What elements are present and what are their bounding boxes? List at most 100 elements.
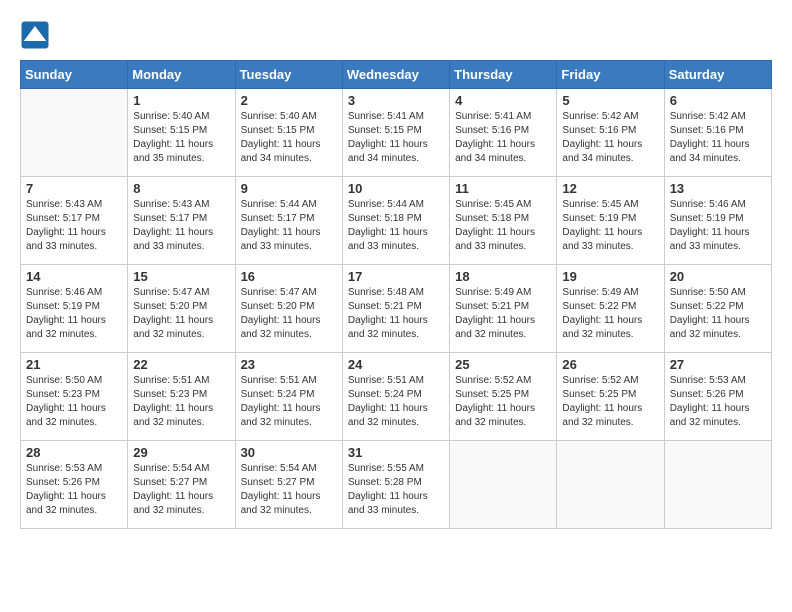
day-cell: 17 Sunrise: 5:48 AM Sunset: 5:21 PM Dayli… <box>342 265 449 353</box>
day-number: 15 <box>133 269 229 284</box>
day-cell: 18 Sunrise: 5:49 AM Sunset: 5:21 PM Dayli… <box>450 265 557 353</box>
day-number: 18 <box>455 269 551 284</box>
header <box>20 20 772 50</box>
day-number: 14 <box>26 269 122 284</box>
day-info: Sunrise: 5:43 AM Sunset: 5:17 PM Dayligh… <box>133 198 229 254</box>
day-cell: 7Sunrise: 5:43 AM Sunset: 5:17 PM Daylig… <box>21 177 128 265</box>
day-number: 19 <box>562 269 658 284</box>
logo-icon <box>20 20 50 50</box>
day-cell: 6Sunrise: 5:42 AM Sunset: 5:16 PM Daylig… <box>664 89 771 177</box>
day-cell: 10 Sunrise: 5:44 AM Sunset: 5:18 PM Dayli… <box>342 177 449 265</box>
day-info: Sunrise: 5:44 AM Sunset: 5:17 PM Dayligh… <box>241 198 337 254</box>
weekday-header-monday: Monday <box>128 61 235 89</box>
day-number: 9 <box>241 181 337 196</box>
logo <box>20 20 55 50</box>
day-info: Sunrise: 5:47 AM Sunset: 5:20 PM Dayligh… <box>133 286 229 342</box>
day-cell: 25 Sunrise: 5:52 AM Sunset: 5:25 PM Dayli… <box>450 353 557 441</box>
day-info: Sunrise: 5:54 AM Sunset: 5:27 PM Dayligh… <box>133 462 229 518</box>
day-cell: 12 Sunrise: 5:45 AM Sunset: 5:19 PM Dayli… <box>557 177 664 265</box>
day-info: Sunrise: 5:55 AM Sunset: 5:28 PM Dayligh… <box>348 462 444 518</box>
day-info: Sunrise: 5:48 AM Sunset: 5:21 PM Dayligh… <box>348 286 444 342</box>
calendar-table: SundayMondayTuesdayWednesdayThursdayFrid… <box>20 60 772 529</box>
day-number: 22 <box>133 357 229 372</box>
week-row-4: 21 Sunrise: 5:50 AM Sunset: 5:23 PM Dayli… <box>21 353 772 441</box>
day-info: Sunrise: 5:49 AM Sunset: 5:22 PM Dayligh… <box>562 286 658 342</box>
day-number: 31 <box>348 445 444 460</box>
weekday-header-thursday: Thursday <box>450 61 557 89</box>
day-number: 4 <box>455 93 551 108</box>
day-info: Sunrise: 5:50 AM Sunset: 5:23 PM Dayligh… <box>26 374 122 430</box>
day-info: Sunrise: 5:51 AM Sunset: 5:23 PM Dayligh… <box>133 374 229 430</box>
day-cell <box>664 441 771 529</box>
day-number: 30 <box>241 445 337 460</box>
day-number: 3 <box>348 93 444 108</box>
day-info: Sunrise: 5:50 AM Sunset: 5:22 PM Dayligh… <box>670 286 766 342</box>
weekday-header-friday: Friday <box>557 61 664 89</box>
day-number: 29 <box>133 445 229 460</box>
page-container: SundayMondayTuesdayWednesdayThursdayFrid… <box>20 20 772 529</box>
day-info: Sunrise: 5:52 AM Sunset: 5:25 PM Dayligh… <box>455 374 551 430</box>
day-number: 8 <box>133 181 229 196</box>
day-number: 10 <box>348 181 444 196</box>
day-number: 2 <box>241 93 337 108</box>
day-cell: 14 Sunrise: 5:46 AM Sunset: 5:19 PM Dayli… <box>21 265 128 353</box>
day-number: 28 <box>26 445 122 460</box>
day-number: 5 <box>562 93 658 108</box>
day-info: Sunrise: 5:52 AM Sunset: 5:25 PM Dayligh… <box>562 374 658 430</box>
day-cell: 22 Sunrise: 5:51 AM Sunset: 5:23 PM Dayli… <box>128 353 235 441</box>
day-number: 25 <box>455 357 551 372</box>
day-cell: 26 Sunrise: 5:52 AM Sunset: 5:25 PM Dayli… <box>557 353 664 441</box>
day-cell: 19 Sunrise: 5:49 AM Sunset: 5:22 PM Dayli… <box>557 265 664 353</box>
day-number: 12 <box>562 181 658 196</box>
day-cell: 20 Sunrise: 5:50 AM Sunset: 5:22 PM Dayli… <box>664 265 771 353</box>
day-number: 17 <box>348 269 444 284</box>
day-cell: 28 Sunrise: 5:53 AM Sunset: 5:26 PM Dayli… <box>21 441 128 529</box>
day-cell <box>557 441 664 529</box>
day-info: Sunrise: 5:40 AM Sunset: 5:15 PM Dayligh… <box>133 110 229 166</box>
day-cell: 16Sunrise: 5:47 AM Sunset: 5:20 PM Dayli… <box>235 265 342 353</box>
day-info: Sunrise: 5:42 AM Sunset: 5:16 PM Dayligh… <box>670 110 766 166</box>
day-cell: 21 Sunrise: 5:50 AM Sunset: 5:23 PM Dayli… <box>21 353 128 441</box>
week-row-3: 14 Sunrise: 5:46 AM Sunset: 5:19 PM Dayli… <box>21 265 772 353</box>
day-cell: 5 Sunrise: 5:42 AM Sunset: 5:16 PM Daylig… <box>557 89 664 177</box>
day-number: 26 <box>562 357 658 372</box>
day-info: Sunrise: 5:41 AM Sunset: 5:16 PM Dayligh… <box>455 110 551 166</box>
week-row-1: 1Sunrise: 5:40 AM Sunset: 5:15 PM Daylig… <box>21 89 772 177</box>
day-cell: 2Sunrise: 5:40 AM Sunset: 5:15 PM Daylig… <box>235 89 342 177</box>
day-number: 21 <box>26 357 122 372</box>
weekday-header-tuesday: Tuesday <box>235 61 342 89</box>
day-info: Sunrise: 5:51 AM Sunset: 5:24 PM Dayligh… <box>241 374 337 430</box>
day-info: Sunrise: 5:49 AM Sunset: 5:21 PM Dayligh… <box>455 286 551 342</box>
day-cell: 27 Sunrise: 5:53 AM Sunset: 5:26 PM Dayli… <box>664 353 771 441</box>
day-cell: 11Sunrise: 5:45 AM Sunset: 5:18 PM Dayli… <box>450 177 557 265</box>
day-number: 20 <box>670 269 766 284</box>
day-number: 13 <box>670 181 766 196</box>
day-info: Sunrise: 5:51 AM Sunset: 5:24 PM Dayligh… <box>348 374 444 430</box>
day-info: Sunrise: 5:44 AM Sunset: 5:18 PM Dayligh… <box>348 198 444 254</box>
weekday-header-sunday: Sunday <box>21 61 128 89</box>
day-cell: 31 Sunrise: 5:55 AM Sunset: 5:28 PM Dayli… <box>342 441 449 529</box>
day-info: Sunrise: 5:46 AM Sunset: 5:19 PM Dayligh… <box>26 286 122 342</box>
day-info: Sunrise: 5:53 AM Sunset: 5:26 PM Dayligh… <box>26 462 122 518</box>
day-cell: 15 Sunrise: 5:47 AM Sunset: 5:20 PM Dayli… <box>128 265 235 353</box>
day-number: 27 <box>670 357 766 372</box>
day-info: Sunrise: 5:47 AM Sunset: 5:20 PM Dayligh… <box>241 286 337 342</box>
day-number: 11 <box>455 181 551 196</box>
day-cell: 8 Sunrise: 5:43 AM Sunset: 5:17 PM Daylig… <box>128 177 235 265</box>
day-info: Sunrise: 5:45 AM Sunset: 5:19 PM Dayligh… <box>562 198 658 254</box>
day-info: Sunrise: 5:54 AM Sunset: 5:27 PM Dayligh… <box>241 462 337 518</box>
day-info: Sunrise: 5:43 AM Sunset: 5:17 PM Dayligh… <box>26 198 122 254</box>
day-info: Sunrise: 5:42 AM Sunset: 5:16 PM Dayligh… <box>562 110 658 166</box>
day-cell: 3Sunrise: 5:41 AM Sunset: 5:15 PM Daylig… <box>342 89 449 177</box>
week-row-2: 7Sunrise: 5:43 AM Sunset: 5:17 PM Daylig… <box>21 177 772 265</box>
day-info: Sunrise: 5:46 AM Sunset: 5:19 PM Dayligh… <box>670 198 766 254</box>
day-cell: 9 Sunrise: 5:44 AM Sunset: 5:17 PM Daylig… <box>235 177 342 265</box>
day-cell: 24Sunrise: 5:51 AM Sunset: 5:24 PM Dayli… <box>342 353 449 441</box>
day-cell: 13 Sunrise: 5:46 AM Sunset: 5:19 PM Dayli… <box>664 177 771 265</box>
day-cell: 1Sunrise: 5:40 AM Sunset: 5:15 PM Daylig… <box>128 89 235 177</box>
day-cell: 4 Sunrise: 5:41 AM Sunset: 5:16 PM Daylig… <box>450 89 557 177</box>
weekday-header-row: SundayMondayTuesdayWednesdayThursdayFrid… <box>21 61 772 89</box>
day-cell <box>450 441 557 529</box>
week-row-5: 28 Sunrise: 5:53 AM Sunset: 5:26 PM Dayli… <box>21 441 772 529</box>
day-info: Sunrise: 5:53 AM Sunset: 5:26 PM Dayligh… <box>670 374 766 430</box>
